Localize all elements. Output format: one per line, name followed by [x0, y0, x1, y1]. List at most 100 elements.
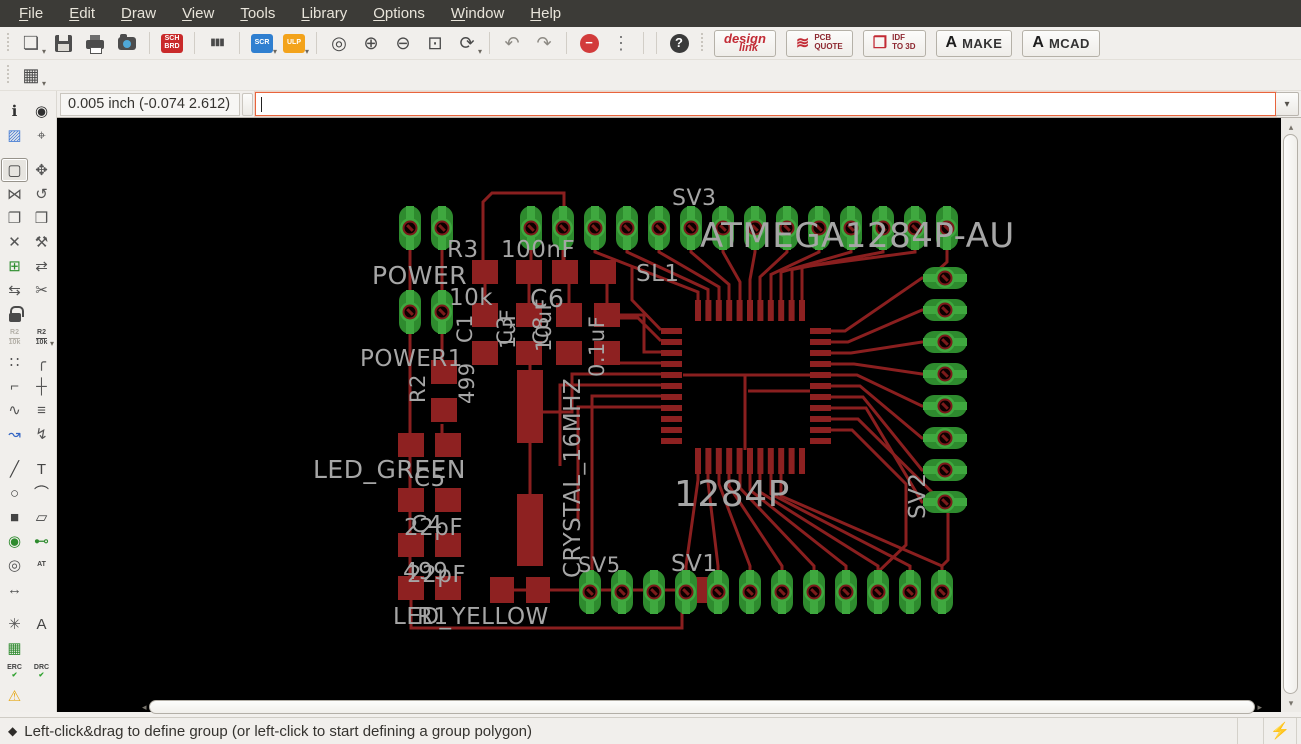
mirror-tool[interactable]: ⋈	[1, 182, 28, 206]
dimension-tool[interactable]: ↔	[1, 577, 28, 601]
copper-trace[interactable]	[576, 405, 661, 520]
via-tool[interactable]: ◉	[1, 529, 28, 553]
zoom-select-icon[interactable]: ⊡	[420, 29, 450, 57]
show-tool[interactable]: ◉	[28, 99, 55, 123]
redo-icon[interactable]: ↷	[529, 29, 559, 57]
menu-item-library[interactable]: Library	[288, 2, 360, 25]
smd-pad[interactable]	[556, 341, 582, 365]
smd-pad[interactable]	[516, 260, 542, 284]
smd-pad[interactable]	[747, 300, 753, 321]
toolbar-grip[interactable]	[242, 92, 253, 116]
smd-pad[interactable]	[810, 394, 831, 400]
run-script-icon[interactable]: SCR ▾	[247, 29, 277, 57]
grid-icon[interactable]: ▦ ▾	[16, 61, 46, 89]
smd-pad[interactable]	[661, 405, 682, 411]
smd-pad[interactable]	[661, 416, 682, 422]
through-hole-pad[interactable]	[399, 206, 421, 250]
through-hole-pad[interactable]	[923, 299, 967, 321]
smd-pad[interactable]	[767, 300, 774, 321]
through-hole-pad[interactable]	[835, 570, 857, 614]
silkscreen-label[interactable]: R2	[406, 374, 430, 403]
mcad-button[interactable]: A MCAD	[1022, 29, 1100, 57]
smd-pad[interactable]	[590, 260, 616, 284]
idf-to-3d-button[interactable]: ❒ IDF TO 3D	[862, 29, 926, 57]
silkscreen-label[interactable]: 100nF	[501, 237, 575, 263]
zoom-in-icon[interactable]: ⊕	[356, 29, 386, 57]
smd-pad[interactable]	[661, 427, 682, 433]
align-tool[interactable]: ≡	[28, 398, 55, 422]
smd-pad[interactable]	[810, 372, 831, 378]
silkscreen-label[interactable]: 1uF	[496, 309, 520, 349]
pcb-quote-button[interactable]: ≋ PCB QUOTE	[785, 29, 853, 57]
scroll-down-icon[interactable]: ▾	[1281, 696, 1301, 710]
smd-pad[interactable]	[472, 260, 498, 284]
mark-tool[interactable]: ⌖	[28, 123, 55, 147]
rotate-tool[interactable]: ↺	[28, 182, 55, 206]
smd-pad[interactable]	[799, 300, 805, 321]
smd-pad[interactable]	[736, 448, 743, 474]
smd-pad[interactable]	[810, 427, 831, 433]
through-hole-pad[interactable]	[867, 570, 889, 614]
fanout-tool[interactable]: ∷	[1, 350, 28, 374]
smd-pad[interactable]	[435, 433, 461, 457]
menu-item-tools[interactable]: Tools	[227, 2, 288, 25]
toolbar-handle[interactable]	[698, 33, 706, 53]
smd-pad[interactable]	[757, 448, 764, 474]
silkscreen-label[interactable]: C1	[453, 314, 477, 343]
copper-trace[interactable]	[831, 340, 938, 355]
arc-tool[interactable]: ⌒	[28, 481, 55, 505]
copy-tool[interactable]: ❐	[1, 206, 28, 230]
through-hole-pad[interactable]	[584, 206, 606, 250]
through-hole-pad[interactable]	[923, 395, 967, 417]
info-tool[interactable]: ℹ	[1, 99, 28, 123]
silkscreen-label[interactable]: CRYSTAL_16MHZ	[560, 378, 586, 578]
smd-pad[interactable]	[726, 448, 733, 474]
vertical-scrollbar-thumb[interactable]	[1283, 134, 1298, 694]
change-tool[interactable]: ⚒	[28, 230, 55, 254]
open-board-icon[interactable]: ❏ ▾	[16, 29, 46, 57]
smd-pad[interactable]	[661, 339, 682, 345]
smd-pad[interactable]	[788, 300, 795, 321]
polygon-tool[interactable]: ▱	[28, 505, 55, 529]
ratsnest-tool[interactable]: ✳	[1, 612, 28, 636]
circle-tool[interactable]: ○	[1, 481, 28, 505]
smd-pad[interactable]	[661, 438, 682, 444]
optimize-tool[interactable]: ┼	[28, 374, 55, 398]
smd-pad[interactable]	[661, 383, 682, 389]
horizontal-scrollbar[interactable]: ◂ ▸	[140, 699, 1264, 715]
make-button[interactable]: A MAKE	[935, 29, 1013, 57]
move-tool[interactable]: ✥	[28, 158, 55, 182]
toolbar-handle[interactable]	[4, 33, 12, 53]
copper-trace[interactable]	[831, 373, 938, 408]
smd-pad[interactable]	[490, 577, 514, 603]
menu-item-file[interactable]: File	[6, 2, 56, 25]
scroll-up-icon[interactable]: ▴	[1281, 120, 1301, 134]
paste-tool[interactable]: ❒	[28, 206, 55, 230]
lock-tool[interactable]	[1, 302, 28, 326]
silkscreen-label[interactable]: 22pF	[404, 515, 463, 541]
silkscreen-label[interactable]: 1284P	[674, 474, 790, 515]
rect-tool[interactable]: ■	[1, 505, 28, 529]
silkscreen-label[interactable]: ATMEGA1284P-AU	[700, 216, 1015, 256]
silkscreen-label[interactable]: SV1	[671, 551, 717, 577]
zoom-out-icon[interactable]: ⊖	[388, 29, 418, 57]
smd-pad[interactable]	[705, 448, 712, 474]
toolbar-handle[interactable]	[4, 65, 12, 85]
zoom-fit-icon[interactable]: ◎	[324, 29, 354, 57]
silkscreen-label[interactable]: R3	[447, 237, 479, 263]
smd-pad[interactable]	[695, 300, 701, 321]
signal-tool[interactable]: ⊷	[28, 529, 55, 553]
through-hole-pad[interactable]	[923, 267, 967, 289]
silkscreen-label[interactable]: SV2	[905, 473, 931, 519]
schematic-board-toggle-icon[interactable]: SCH BRD	[157, 29, 187, 57]
smd-pad[interactable]	[715, 448, 722, 474]
smd-pad[interactable]	[726, 300, 733, 321]
smd-pad[interactable]	[778, 448, 785, 474]
autorouter-tool[interactable]: A	[28, 612, 55, 636]
value-tool[interactable]: R2 10k ▾	[28, 326, 55, 350]
smd-pad[interactable]	[705, 300, 712, 321]
through-hole-pad[interactable]	[899, 570, 921, 614]
ripup-tool[interactable]: ↯	[28, 422, 55, 446]
silkscreen-label[interactable]: C5	[414, 466, 446, 492]
silkscreen-label[interactable]: 22pF	[407, 562, 466, 588]
